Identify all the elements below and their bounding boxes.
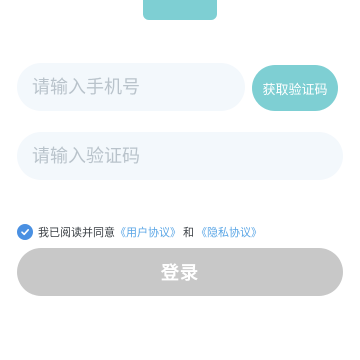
get-code-button[interactable]: 获取验证码 (252, 65, 338, 111)
privacy-policy-link[interactable]: 《隐私协议》 (196, 224, 262, 240)
verification-code-input[interactable] (17, 132, 343, 180)
top-tab-handle (143, 0, 217, 20)
phone-input[interactable] (17, 63, 245, 111)
agreement-conjunction: 和 (183, 226, 194, 239)
agreement-prefix: 我已阅读并同意 (38, 226, 115, 239)
login-page: 获取验证码 我已阅读并同意 《用户协议》 和 《隐私协议》 登录 (0, 0, 360, 360)
check-icon (21, 229, 29, 236)
agreement-checkbox[interactable] (17, 224, 33, 240)
login-button[interactable]: 登录 (17, 248, 343, 296)
agreement-row: 我已阅读并同意 《用户协议》 和 《隐私协议》 (17, 223, 262, 241)
user-agreement-link[interactable]: 《用户协议》 (115, 224, 181, 240)
